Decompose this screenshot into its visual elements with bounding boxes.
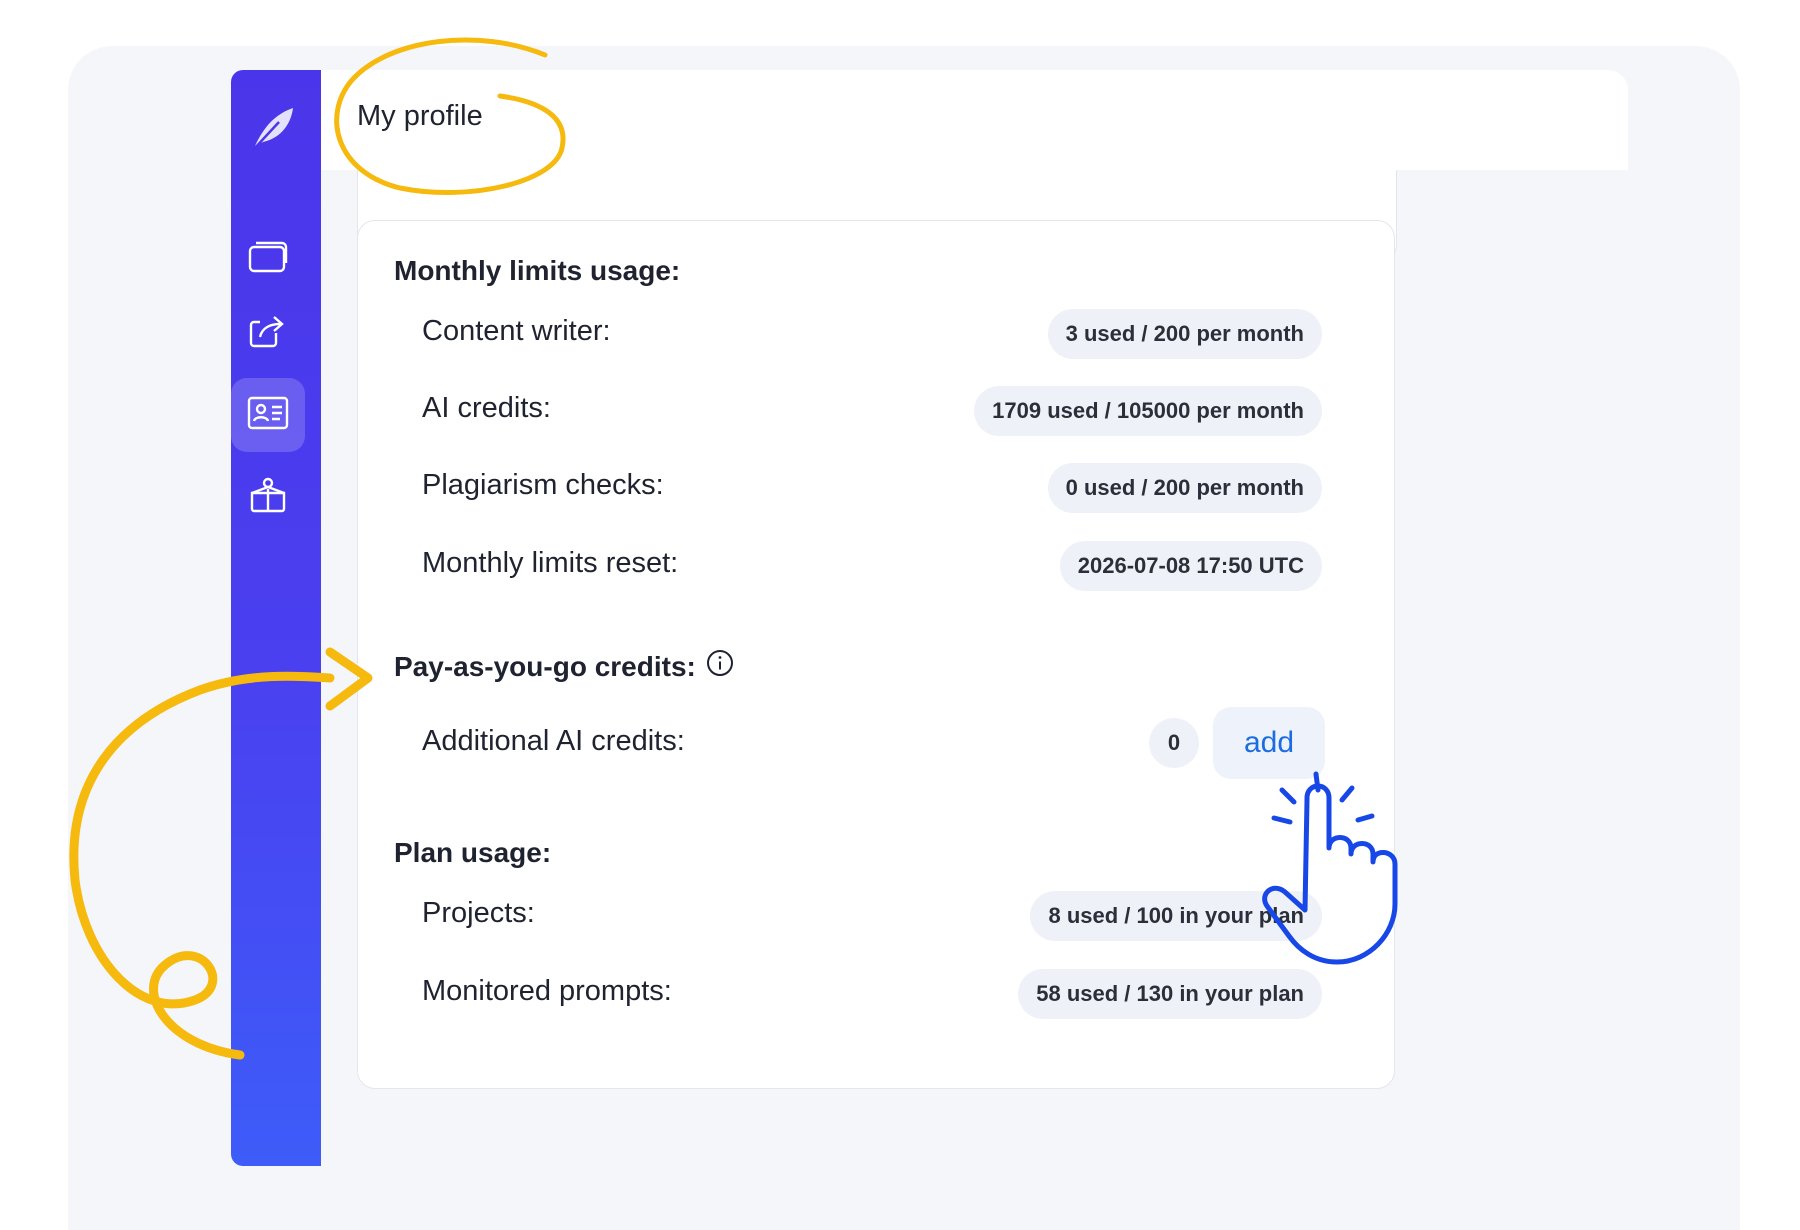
folders-icon bbox=[246, 235, 290, 280]
sidebar-item-profile[interactable] bbox=[231, 378, 305, 452]
ai-credits-usage-badge: 1709 used / 105000 per month bbox=[974, 386, 1322, 436]
header-bar bbox=[321, 70, 1628, 170]
page-title: My profile bbox=[357, 100, 483, 132]
plagiarism-checks-usage-badge: 0 used / 200 per month bbox=[1047, 463, 1322, 513]
projects-usage-badge: 8 used / 100 in your plan bbox=[1030, 891, 1322, 941]
monitored-prompts-label: Monitored prompts: bbox=[422, 975, 672, 1007]
monthly-limits-title: Monthly limits usage: bbox=[394, 255, 681, 286]
monthly-limits-reset-badge: 2026-07-08 17:50 UTC bbox=[1059, 541, 1322, 591]
projects-label: Projects: bbox=[422, 897, 535, 929]
content-writer-usage-badge: 3 used / 200 per month bbox=[1047, 309, 1322, 359]
gift-box-icon bbox=[248, 475, 288, 520]
main-content: My profile Monthly limits usage: Content… bbox=[321, 70, 1628, 1166]
ai-credits-label: AI credits: bbox=[422, 392, 551, 424]
additional-ai-credits-count: 0 bbox=[1149, 718, 1199, 768]
additional-ai-credits-label: Additional AI credits: bbox=[422, 725, 685, 757]
monthly-limits-reset-label: Monthly limits reset: bbox=[422, 547, 679, 579]
sidebar bbox=[231, 70, 321, 1166]
monitored-prompts-usage-badge: 58 used / 130 in your plan bbox=[1018, 969, 1322, 1019]
sidebar-item-gift[interactable] bbox=[231, 460, 305, 534]
id-card-icon bbox=[246, 395, 290, 436]
sidebar-item-share[interactable] bbox=[231, 296, 305, 370]
share-icon bbox=[246, 311, 290, 356]
usage-card: Monthly limits usage: Content writer: 3 … bbox=[357, 220, 1395, 1089]
feather-icon[interactable] bbox=[245, 98, 305, 158]
add-credits-button[interactable]: add bbox=[1213, 707, 1325, 779]
info-circle-icon[interactable] bbox=[706, 649, 734, 684]
plan-usage-title: Plan usage: bbox=[394, 837, 552, 868]
plagiarism-checks-label: Plagiarism checks: bbox=[422, 469, 664, 501]
payg-credits-title: Pay-as-you-go credits: bbox=[394, 649, 734, 684]
payg-credits-title-text: Pay-as-you-go credits: bbox=[394, 650, 696, 682]
content-writer-label: Content writer: bbox=[422, 315, 611, 347]
sidebar-item-projects[interactable] bbox=[231, 220, 305, 294]
